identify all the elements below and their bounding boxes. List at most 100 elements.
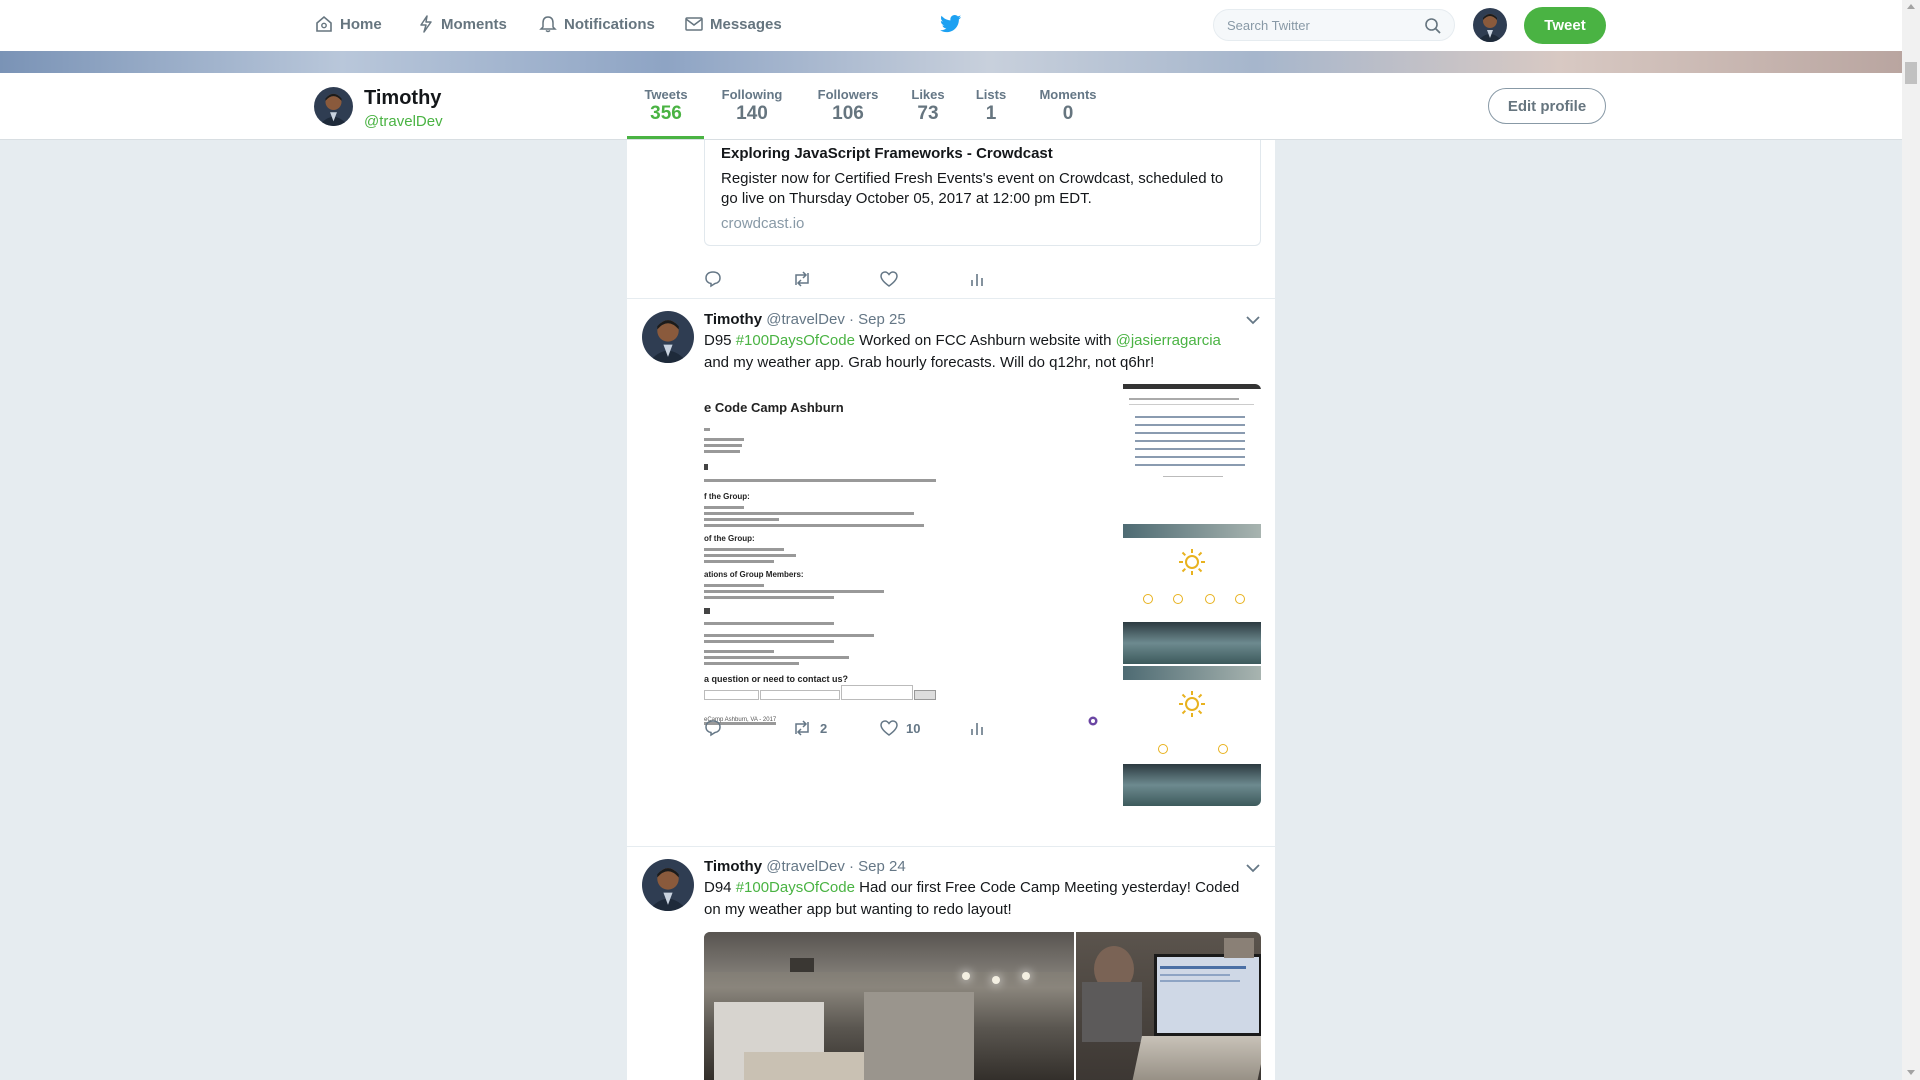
retweet-icon: [795, 271, 809, 287]
link-card[interactable]: Exploring JavaScript Frameworks - Crowdc…: [704, 140, 1261, 246]
link-card-title: Exploring JavaScript Frameworks - Crowdc…: [721, 145, 1053, 162]
site-contact-heading: a question or need to contact us?: [704, 674, 849, 684]
chevron-down-icon[interactable]: [1245, 315, 1261, 325]
nav-home-label: Home: [340, 15, 382, 33]
tweet-header: Timothy @travelDev · Sep 24: [704, 858, 906, 875]
retweet-count: 2: [820, 720, 828, 736]
tweet-text: D95 #100DaysOfCode Worked on FCC Ashburn…: [704, 330, 1244, 374]
stat-moments-label: Moments: [1039, 87, 1097, 102]
tweet-actions: [704, 270, 1056, 288]
tweet-author-name[interactable]: Timothy: [704, 311, 762, 328]
tweet-divider: [627, 298, 1275, 299]
reply-icon: [705, 271, 721, 288]
tweet-actions: 2 10: [704, 719, 1056, 737]
stat-tweets-value: 356: [650, 103, 682, 124]
mention-link[interactable]: @jasierragarcia: [1116, 332, 1221, 349]
stat-tweets-label: Tweets: [644, 87, 688, 102]
search-input[interactable]: [1214, 10, 1417, 40]
stat-followers[interactable]: Followers 106: [778, 87, 918, 125]
page-scrollbar[interactable]: [1902, 0, 1920, 1080]
stat-likes-label: Likes: [911, 87, 945, 102]
nav-messages[interactable]: Messages: [684, 14, 782, 34]
profile-name[interactable]: Timothy: [364, 87, 441, 110]
analytics-icon: [971, 723, 983, 735]
like-count: 10: [906, 720, 921, 736]
tweet-header: Timothy @travelDev · Sep 25: [704, 311, 906, 328]
github-icon: [1088, 716, 1098, 726]
tweet-avatar[interactable]: [642, 859, 694, 911]
bell-icon: [539, 16, 557, 33]
analytics-button[interactable]: [968, 719, 1056, 737]
nav-moments[interactable]: Moments: [417, 14, 507, 34]
stat-followers-label: Followers: [817, 87, 879, 102]
envelope-icon: [685, 17, 703, 31]
search-box: [1213, 9, 1455, 41]
top-navigation: Home Moments Notifications Messages Twee…: [0, 0, 1902, 51]
heart-icon: [880, 720, 898, 736]
stat-moments[interactable]: Moments 0: [1032, 87, 1104, 125]
sun-icon: [1179, 691, 1205, 717]
tweet-button[interactable]: Tweet: [1524, 7, 1606, 44]
chevron-down-icon[interactable]: [1245, 863, 1261, 873]
tweet-author-handle[interactable]: @travelDev: [766, 858, 845, 875]
media-image-laptop[interactable]: [1076, 932, 1261, 1080]
tweet-author-handle[interactable]: @travelDev: [766, 311, 845, 328]
hashtag-link[interactable]: #100DaysOfCode: [736, 332, 855, 349]
site-title: e Code Camp Ashburn: [704, 400, 844, 415]
profile-handle[interactable]: @travelDev: [364, 113, 443, 130]
nav-notifications-label: Notifications: [564, 15, 655, 33]
media-image-meeting-room[interactable]: [704, 932, 1074, 1080]
tweet-author-name[interactable]: Timothy: [704, 858, 762, 875]
stat-moments-value: 0: [1062, 103, 1074, 124]
stat-tweets[interactable]: Tweets 356: [638, 87, 694, 125]
tweet-text-suffix: and my weather app. Grab hourly forecast…: [704, 354, 1155, 371]
nav-moments-label: Moments: [441, 15, 507, 33]
search-icon[interactable]: [1424, 17, 1442, 35]
tweet-date[interactable]: · Sep 24: [849, 858, 906, 875]
profile-avatar[interactable]: [314, 87, 353, 126]
retweet-button[interactable]: [792, 270, 880, 288]
profile-banner: [0, 51, 1902, 73]
tweet-text-prefix: D95: [704, 332, 736, 349]
media-image-website[interactable]: e Code Camp Ashburn f the Group: of the …: [704, 384, 1109, 806]
stat-lists-label: Lists: [975, 87, 1007, 102]
scrollbar-thumb[interactable]: [1905, 62, 1917, 84]
tweet-media[interactable]: e Code Camp Ashburn f the Group: of the …: [704, 384, 1261, 806]
active-tab-indicator: [627, 136, 704, 139]
media-image-dashboard[interactable]: [1123, 384, 1261, 490]
link-card-description: Register now for Certified Fresh Events'…: [721, 170, 1224, 207]
reply-icon: [705, 720, 721, 737]
analytics-icon: [971, 274, 983, 286]
edit-profile-button[interactable]: Edit profile: [1488, 88, 1606, 124]
stat-lists-value: 1: [985, 103, 997, 124]
media-image-weather-app-2[interactable]: [1123, 666, 1261, 806]
stat-likes-value: 73: [917, 103, 939, 124]
nav-home[interactable]: Home: [314, 14, 382, 34]
stat-lists[interactable]: Lists 1: [965, 87, 1017, 125]
lightning-icon: [420, 15, 432, 33]
media-image-weather-app-1[interactable]: [1123, 524, 1261, 664]
nav-notifications[interactable]: Notifications: [538, 14, 655, 34]
account-avatar[interactable]: [1473, 8, 1507, 42]
like-button[interactable]: 10: [880, 719, 968, 737]
stat-likes[interactable]: Likes 73: [898, 87, 958, 125]
stat-followers-value: 106: [832, 103, 864, 124]
like-button[interactable]: [880, 270, 968, 288]
site-qualifications-heading: ations of Group Members:: [704, 570, 804, 579]
tweet-divider: [627, 846, 1275, 847]
site-goals-heading: of the Group:: [704, 534, 755, 543]
twitter-logo-icon[interactable]: [940, 14, 962, 39]
reply-button[interactable]: [704, 270, 792, 288]
site-about-heading: f the Group:: [704, 492, 750, 501]
analytics-button[interactable]: [968, 270, 1056, 288]
tweet-media[interactable]: [704, 932, 1261, 1080]
hashtag-link[interactable]: #100DaysOfCode: [736, 879, 855, 896]
retweet-button[interactable]: 2: [792, 719, 880, 737]
scroll-up-arrow-icon[interactable]: [1907, 4, 1915, 9]
tweet-avatar[interactable]: [642, 311, 694, 363]
reply-button[interactable]: [704, 719, 792, 737]
timeline: Exploring JavaScript Frameworks - Crowdc…: [627, 140, 1275, 1080]
scroll-down-arrow-icon[interactable]: [1907, 1070, 1915, 1075]
link-card-domain: crowdcast.io: [721, 215, 805, 232]
tweet-date[interactable]: · Sep 25: [849, 311, 906, 328]
